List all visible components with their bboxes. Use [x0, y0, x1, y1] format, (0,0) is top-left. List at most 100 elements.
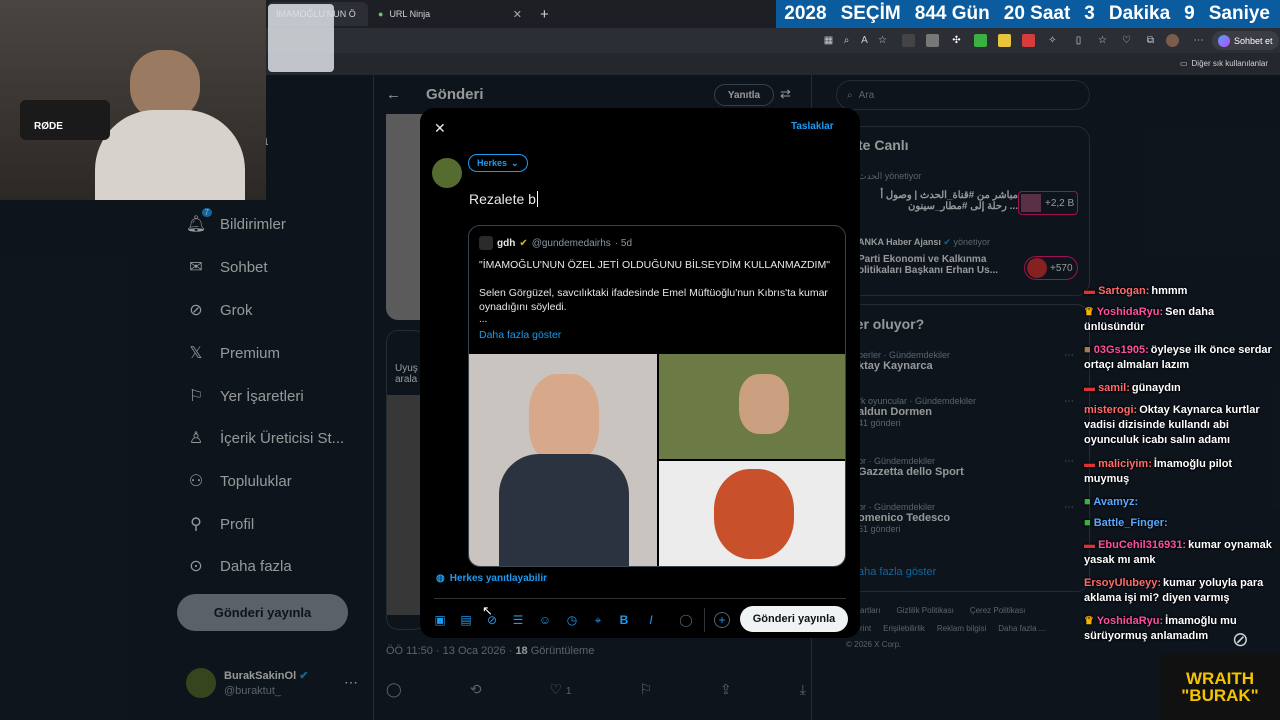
chat-message: ▬ EbuCehil316931: kumar oynamak yasak mı … [1084, 538, 1274, 568]
schedule-icon[interactable]: ◷ [564, 612, 580, 628]
submit-post-button[interactable]: Gönderi yayınla [740, 606, 848, 632]
copilot-label: Sohbet et [1234, 35, 1273, 46]
reply-setting[interactable]: ◍ Herkes yanıtlayabilir [436, 573, 547, 584]
extension-icon[interactable] [1022, 34, 1035, 47]
extension-icon[interactable] [998, 34, 1011, 47]
mic-brand: RØDE [34, 121, 63, 132]
quoted-author-handle: @gundemedairhs [531, 237, 611, 249]
chat-message: ▬ Sartogan: hmmm [1084, 284, 1274, 299]
show-more-link[interactable]: Daha fazla göster [479, 329, 561, 341]
chat-user: EbuCehil316931: [1098, 539, 1187, 551]
divider [434, 598, 846, 599]
chat-badge-icon: ▬ [1084, 458, 1095, 470]
chat-message: ■ Battle_Finger: [1084, 516, 1274, 531]
poll-icon[interactable]: ☰ [510, 612, 526, 628]
compose-textarea[interactable]: Rezalete b [469, 191, 538, 207]
avatar [479, 236, 493, 250]
bold-icon[interactable]: B [616, 612, 632, 628]
gif-icon[interactable]: ▤ [458, 612, 474, 628]
quoted-post[interactable]: gdh ✔ @gundemedairhs · 5d "İMAMOĞLU'NUN … [468, 225, 846, 567]
other-favorites-label: Diğer sık kullanılanlar [1191, 59, 1268, 68]
quoted-post-headline: "İMAMOĞLU'NUN ÖZEL JETİ OLDUĞUNU BİLSEYD… [479, 259, 830, 271]
location-icon[interactable]: ⌖ [590, 612, 606, 628]
italic-icon[interactable]: I [643, 612, 659, 628]
mouse-cursor-icon: ↖ [482, 603, 493, 618]
favorites-icon[interactable]: ☆ [1096, 34, 1109, 47]
tab-title: URL Ninja [389, 9, 431, 19]
grid-icon[interactable]: ▦ [822, 34, 835, 47]
quoted-post-header: gdh ✔ @gundemedairhs · 5d [479, 236, 632, 250]
quoted-post-body: Selen Görgüzel, savcılıktaki ifadesinde … [479, 287, 828, 313]
char-counter-icon: ◯ [679, 613, 693, 627]
read-aloud-icon[interactable]: A [858, 34, 871, 47]
emoji-icon[interactable]: ☺ [537, 612, 553, 628]
quoted-image-woman-1[interactable] [659, 354, 845, 459]
tab-url-ninja[interactable]: ● URL Ninja ✕ [370, 2, 530, 26]
chat-badge-icon: ▬ [1084, 285, 1095, 297]
chat-badge-icon: ■ [1084, 496, 1091, 508]
countdown-seconds-label: Saniye [1208, 3, 1270, 24]
drafts-button[interactable]: Taslaklar [791, 121, 834, 132]
compose-dialog: ✕ Taslaklar Herkes ⌄ Rezalete b gdh ✔ @g… [420, 108, 860, 638]
quoted-image-woman-2[interactable] [659, 461, 845, 566]
chat-user: maliciyim: [1098, 458, 1152, 470]
quoted-image-man[interactable] [469, 354, 657, 566]
chat-text: hmmm [1151, 285, 1188, 297]
audience-selector[interactable]: Herkes ⌄ [468, 154, 528, 172]
extension-icon[interactable] [902, 34, 915, 47]
chat-badge-icon: ♛ [1084, 306, 1094, 318]
folder-icon: ▭ [1179, 59, 1188, 68]
image-icon[interactable]: ▣ [432, 612, 448, 628]
compose-text: Rezalete b [469, 191, 536, 207]
collections-icon[interactable]: ⧉ [1144, 34, 1157, 47]
glass-object [268, 4, 334, 72]
profile-avatar-icon[interactable] [1166, 34, 1179, 47]
tab-favicon-icon: ● [378, 9, 384, 19]
menu-dots-icon[interactable]: ⋯ [1192, 34, 1205, 47]
copilot-button[interactable]: Sohbet et [1212, 31, 1279, 50]
election-countdown-banner: 2028 SEÇİM 844 Gün 20 Saat 3 Dakika 9 Sa… [776, 0, 1280, 28]
webcam-overlay: RØDE [0, 0, 266, 200]
chat-badge-icon: ■ [1084, 344, 1091, 356]
countdown-minutes-value: 3 [1084, 3, 1095, 24]
puzzle-icon[interactable]: ✧ [1046, 34, 1059, 47]
zoom-icon[interactable]: ⌕ [840, 34, 853, 47]
chat-message: ■ Avamyz: [1084, 495, 1274, 510]
chat-user: YoshidaRyu: [1096, 306, 1164, 318]
chat-message: ■ 03Gs1905: öyleyse ilk önce serdar ortaç… [1084, 343, 1274, 373]
close-tab-icon[interactable]: ✕ [513, 8, 522, 21]
chat-user: Battle_Finger: [1093, 517, 1168, 529]
chat-user: 03Gs1905: [1093, 344, 1149, 356]
chat-user: samil: [1098, 382, 1130, 394]
extension-icon[interactable] [926, 34, 939, 47]
divider [704, 608, 705, 632]
new-tab-button[interactable]: + [532, 2, 556, 26]
chat-text: günaydın [1131, 382, 1181, 394]
chat-badge-icon: ♛ [1084, 615, 1094, 627]
quoted-post-ellipsis: ... [479, 314, 488, 325]
chat-user: Avamyz: [1093, 496, 1139, 508]
chat-user: YoshidaRyu: [1096, 615, 1164, 627]
close-icon[interactable]: ✕ [434, 120, 446, 137]
other-favorites[interactable]: ▭ Diğer sık kullanılanlar [1180, 59, 1268, 68]
chat-message: ErsoyUlubeyy: kumar yoluyla para aklama i… [1084, 576, 1274, 606]
favorite-star-icon[interactable]: ☆ [876, 34, 889, 47]
chat-message: misterogi: Oktay Kaynarca kurtlar vadisi … [1084, 403, 1274, 448]
chat-message: ▬ samil: günaydın [1084, 381, 1274, 396]
extension-icon[interactable] [974, 34, 987, 47]
chat-badge-icon: ▬ [1084, 539, 1095, 551]
countdown-year: 2028 [784, 3, 827, 24]
quoted-author-name: gdh [497, 237, 516, 249]
split-screen-icon[interactable]: ▯ [1072, 34, 1085, 47]
streamer-logo: WRAITH "BURAK" [1160, 654, 1280, 720]
countdown-label: SEÇİM [840, 3, 901, 24]
heart-icon[interactable]: ♡ [1120, 34, 1133, 47]
reply-setting-label: Herkes yanıtlayabilir [449, 573, 548, 584]
logo-line: "BURAK" [1181, 686, 1259, 705]
chevron-down-icon: ⌄ [511, 157, 519, 168]
countdown-minutes-label: Dakika [1108, 3, 1171, 24]
countdown-days: 844 Gün [914, 3, 990, 24]
add-post-icon[interactable]: + [714, 612, 730, 628]
extension-icon[interactable]: ✣ [950, 34, 963, 47]
verified-badge-icon: ✔ [519, 237, 528, 249]
